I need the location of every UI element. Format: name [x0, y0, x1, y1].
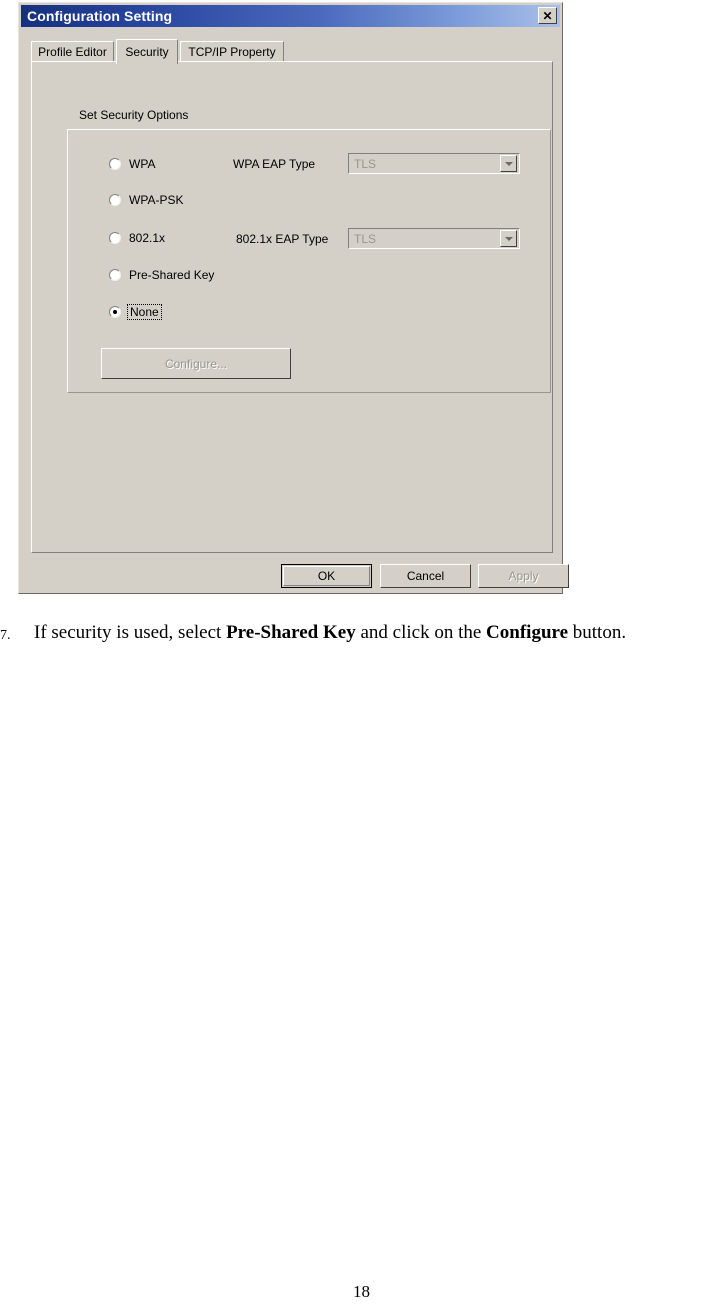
radio-wpa-label: WPA — [129, 157, 156, 171]
step-number: 7. — [0, 628, 11, 643]
configure-button[interactable]: Configure... — [101, 348, 291, 379]
set-security-options-label: Set Security Options — [79, 108, 189, 122]
step-text: If security is used, select Pre-Shared K… — [34, 620, 626, 646]
chevron-down-icon[interactable] — [500, 230, 517, 247]
radio-pre-shared-key-label: Pre-Shared Key — [129, 268, 215, 282]
close-icon[interactable]: ✕ — [538, 7, 557, 24]
tab-strip: Profile Editor Security TCP/IP Property — [31, 39, 553, 64]
radio-wpa-psk-mark[interactable] — [109, 194, 121, 206]
radio-none-label: None — [127, 304, 162, 320]
radio-option-wpa[interactable]: WPA — [109, 156, 155, 172]
ok-button-label: OK — [317, 569, 336, 583]
chevron-down-icon[interactable] — [500, 155, 517, 172]
radio-option-wpa-psk[interactable]: WPA-PSK — [109, 192, 183, 208]
radio-wpa-mark[interactable] — [109, 158, 121, 170]
tab-security-label: Security — [125, 45, 169, 59]
ok-button[interactable]: OK — [281, 564, 372, 588]
radio-option-none[interactable]: None — [109, 304, 162, 320]
tab-security[interactable]: Security — [116, 39, 178, 64]
tab-profile-editor[interactable]: Profile Editor — [31, 41, 114, 62]
tab-profile-editor-label: Profile Editor — [38, 45, 107, 59]
step-text-part1: If security is used, select — [34, 622, 227, 643]
radio-option-pre-shared-key[interactable]: Pre-Shared Key — [109, 267, 214, 283]
dot1x-eap-type-dropdown[interactable]: TLS — [348, 228, 520, 249]
step-text-bold1: Pre-Shared Key — [226, 622, 356, 643]
page-number: 18 — [353, 1282, 370, 1301]
radio-802-1x-mark[interactable] — [109, 232, 121, 244]
radio-wpa-psk-label: WPA-PSK — [129, 193, 184, 207]
wpa-eap-type-value: TLS — [354, 156, 377, 171]
tab-tcpip-property-label: TCP/IP Property — [188, 45, 276, 59]
step-text-part2: and click on the — [355, 622, 487, 643]
wpa-eap-type-label: WPA EAP Type — [233, 157, 316, 171]
cancel-button-label: Cancel — [406, 569, 445, 583]
radio-option-802-1x[interactable]: 802.1x — [109, 230, 165, 246]
apply-button-label: Apply — [508, 569, 539, 583]
step-text-bold2: Configure — [486, 622, 569, 643]
dialog-title-bar: Configuration Setting ✕ — [21, 5, 560, 27]
radio-802-1x-label: 802.1x — [129, 231, 166, 245]
dot1x-eap-type-label: 802.1x EAP Type — [236, 232, 329, 246]
apply-button[interactable]: Apply — [478, 564, 569, 588]
radio-pre-shared-key-mark[interactable] — [109, 269, 121, 281]
configure-button-label: Configure... — [164, 356, 228, 371]
step-text-part3: button. — [568, 622, 627, 643]
tab-tcpip-property[interactable]: TCP/IP Property — [180, 41, 284, 62]
dot1x-eap-type-value: TLS — [354, 231, 377, 246]
configuration-setting-dialog: Configuration Setting ✕ Profile Editor S… — [18, 2, 569, 594]
wpa-eap-type-dropdown[interactable]: TLS — [348, 153, 520, 174]
cancel-button[interactable]: Cancel — [380, 564, 471, 588]
dialog-title: Configuration Setting — [27, 8, 173, 24]
radio-none-mark[interactable] — [109, 306, 121, 318]
